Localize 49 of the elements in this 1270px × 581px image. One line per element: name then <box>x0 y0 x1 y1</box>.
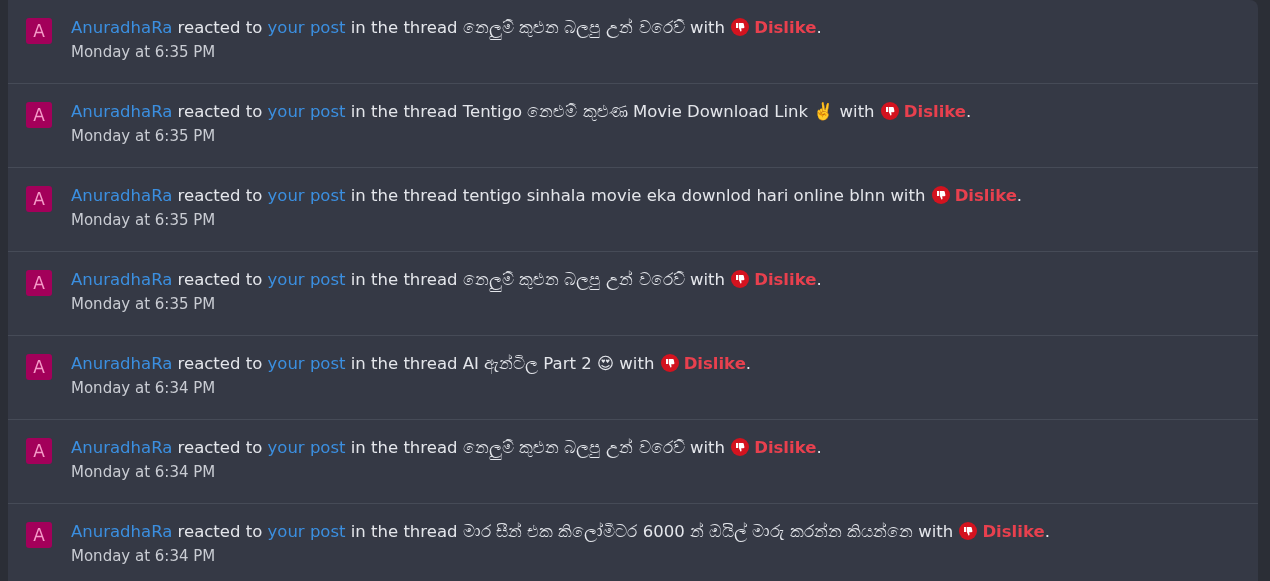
alert-time: Monday at 6:35 PM <box>71 211 217 229</box>
post-link[interactable]: your post <box>267 270 346 289</box>
thumbs-down-icon <box>931 186 950 204</box>
alert-text: AnuradhaRa reacted to your post in the thread නෙලුම් කුළුන බලපු උන් වරෙව් with Dislike. <box>71 16 822 40</box>
alert-time: Monday at 6:35 PM <box>71 295 217 313</box>
alert-text: AnuradhaRa reacted to your post in the thread මාර සීන් එක කිලෝමීටර 6000 න් ඔයිල් මාරු කරන්න කියන්නෙ with Dislike. <box>71 521 1050 544</box>
post-link[interactable]: your post <box>267 354 346 373</box>
reaction-label: Dislike <box>903 102 967 121</box>
reaction-label: Dislike <box>954 186 1017 205</box>
user-link[interactable]: AnuradhaRa <box>71 438 173 457</box>
reaction-label: Dislike <box>754 270 817 289</box>
post-link[interactable]: your post <box>267 438 346 457</box>
user-avatar[interactable]: A <box>26 102 52 128</box>
user-link[interactable]: AnuradhaRa <box>71 522 173 541</box>
reaction-label: Dislike <box>754 438 817 457</box>
user-link[interactable]: AnuradhaRa <box>71 354 173 373</box>
user-avatar[interactable]: A <box>26 354 52 380</box>
alert-text: AnuradhaRa reacted to your post in the thread නෙලුම් කුළුන බලපු උන් වරෙව් with Dislike. <box>71 436 822 460</box>
alert-text: AnuradhaRa reacted to your post in the thread AI ඇන්ටිල Part 2 😍 with Dislike. <box>71 353 752 376</box>
user-avatar[interactable]: A <box>26 438 52 464</box>
thumbs-down-icon <box>959 522 978 540</box>
post-link[interactable]: your post <box>267 522 346 541</box>
thumbs-down-icon <box>880 102 899 120</box>
reaction-label: Dislike <box>982 522 1045 541</box>
alert-time: Monday at 6:34 PM <box>71 379 217 397</box>
user-link[interactable]: AnuradhaRa <box>71 186 173 205</box>
thumbs-down-icon <box>731 18 750 36</box>
alert-text: AnuradhaRa reacted to your post in the thread නෙලුම් කුළුන බලපු උන් වරෙව් with Dislike. <box>71 268 822 292</box>
alert-time: Monday at 6:34 PM <box>71 547 217 565</box>
user-link[interactable]: AnuradhaRa <box>71 102 173 121</box>
post-link[interactable]: your post <box>267 102 346 121</box>
post-link[interactable]: your post <box>267 18 346 37</box>
alert-text: AnuradhaRa reacted to your post in the thread tentigo sinhala movie eka downlod hari online blnn with Dislike. <box>71 185 1023 207</box>
user-avatar[interactable]: A <box>26 270 52 296</box>
alert-time: Monday at 6:35 PM <box>71 43 217 61</box>
user-avatar[interactable]: A <box>26 18 52 44</box>
user-avatar[interactable]: A <box>26 186 52 212</box>
alert-time: Monday at 6:34 PM <box>71 463 217 481</box>
alert-text: AnuradhaRa reacted to your post in the thread Tentigo නෙළුම් කුළුණ Movie Download Link ✌ with Dislike. <box>71 101 972 123</box>
post-link[interactable]: your post <box>267 186 346 205</box>
user-link[interactable]: AnuradhaRa <box>71 18 173 37</box>
thumbs-down-icon <box>731 438 750 456</box>
alert-time: Monday at 6:35 PM <box>71 127 217 145</box>
user-link[interactable]: AnuradhaRa <box>71 270 173 289</box>
thumbs-down-icon <box>731 270 750 288</box>
reaction-label: Dislike <box>754 18 817 37</box>
reaction-label: Dislike <box>683 354 746 373</box>
user-avatar[interactable]: A <box>26 522 52 548</box>
thumbs-down-icon <box>660 354 679 372</box>
